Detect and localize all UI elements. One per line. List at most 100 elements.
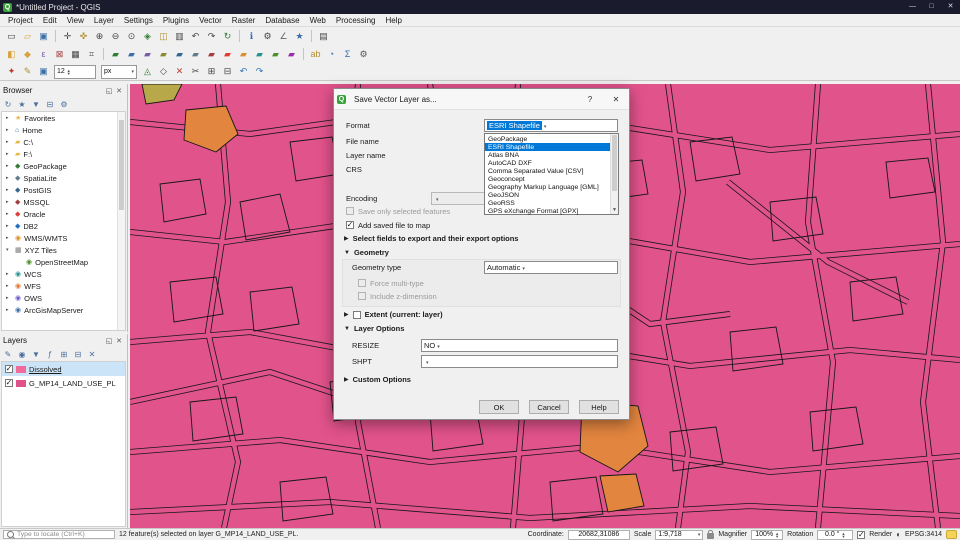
menu-vector[interactable]: Vector [194, 16, 227, 25]
browser-item-favorites[interactable]: ▸ ★ Favorites [2, 112, 125, 124]
expand-arrow-icon[interactable]: ▸ [6, 295, 12, 301]
browser-item-home[interactable]: ▸ ⌂ Home [2, 124, 125, 136]
layer-labeling-icon[interactable]: ab [308, 47, 323, 62]
magnifier-lock-icon[interactable] [707, 529, 715, 539]
cancel-button[interactable]: Cancel [529, 400, 569, 414]
expand-arrow-icon[interactable]: ▸ [6, 307, 12, 313]
menu-web[interactable]: Web [305, 16, 331, 25]
filter-expression-icon[interactable]: ƒ [44, 348, 56, 360]
help-button[interactable]: Help [579, 400, 619, 414]
scale-combobox[interactable]: 1:9,718 [655, 529, 704, 540]
pan-to-selection-icon[interactable]: ✜ [76, 29, 91, 44]
zoom-last-icon[interactable]: ↶ [188, 29, 203, 44]
locate-input[interactable]: Type to locate (Ctrl+K) [3, 530, 115, 539]
expand-arrow-icon[interactable]: ▸ [6, 283, 12, 289]
resize-combobox[interactable]: NO [421, 339, 618, 352]
format-option-gpx[interactable]: GPS eXchange Format [GPX] [485, 207, 611, 215]
add-raster-layer-icon[interactable]: ▰ [124, 47, 139, 62]
add-oracle-layer-icon[interactable]: ▰ [220, 47, 235, 62]
render-checkbox[interactable] [857, 530, 866, 539]
browser-item-ows[interactable]: ▸ ◉ OWS [2, 292, 125, 304]
measure-line-icon[interactable]: ∠ [276, 29, 291, 44]
format-option-csv[interactable]: Comma Separated Value [CSV] [485, 167, 611, 175]
statistical-summary-icon[interactable]: Σ [340, 47, 355, 62]
format-option-autocad-dxf[interactable]: AutoCAD DXF [485, 159, 611, 167]
add-wms-layer-icon[interactable]: ▰ [236, 47, 251, 62]
browser-filter-icon[interactable]: ▼ [30, 98, 42, 110]
add-wfs-layer-icon[interactable]: ▰ [268, 47, 283, 62]
save-only-selected-checkbox[interactable] [346, 207, 354, 215]
current-edits-icon[interactable]: ✦ [4, 64, 19, 79]
dropdown-scrollbar[interactable]: ▼ [610, 134, 618, 214]
expand-arrow-icon[interactable]: ▸ [6, 127, 12, 133]
undo-icon[interactable]: ↶ [236, 64, 251, 79]
menu-edit[interactable]: Edit [38, 16, 62, 25]
menu-project[interactable]: Project [3, 16, 38, 25]
delete-selected-icon[interactable]: ✕ [172, 64, 187, 79]
dialog-close-icon[interactable]: ✕ [603, 89, 629, 109]
save-edits-icon[interactable]: ▣ [36, 64, 51, 79]
layer-item-g-mp14-land-use-pl[interactable]: G_MP14_LAND_USE_PL [2, 376, 125, 390]
format-option-atlas-bna[interactable]: Atlas BNA [485, 151, 611, 159]
ok-button[interactable]: OK [479, 400, 519, 414]
identify-features-icon[interactable]: ℹ [244, 29, 259, 44]
minimize-button[interactable]: — [903, 0, 922, 14]
epsg-button[interactable]: EPSG:3414 [905, 531, 942, 538]
new-project-icon[interactable]: ▭ [4, 29, 19, 44]
layer-visibility-checkbox[interactable] [5, 379, 13, 387]
layer-visibility-checkbox[interactable] [5, 365, 13, 373]
expand-arrow-icon[interactable]: ▸ [6, 139, 12, 145]
pan-map-icon[interactable]: ✛ [60, 29, 75, 44]
magnifier-spinbox[interactable]: 100% ▲ ▼ [751, 529, 784, 540]
browser-add-favorite-icon[interactable]: ★ [16, 98, 28, 110]
browser-item-postgis[interactable]: ▸ ◆ PostGIS [2, 184, 125, 196]
section-extent[interactable]: ▶ Extent (current: layer) [344, 310, 443, 319]
close-panel-icon[interactable]: ✕ [114, 87, 124, 95]
open-project-icon[interactable]: ▱ [20, 29, 35, 44]
add-saved-file-checkbox[interactable] [346, 221, 354, 229]
force-multi-type-checkbox[interactable] [358, 279, 366, 287]
zoom-to-layer-icon[interactable]: ▥ [172, 29, 187, 44]
save-project-icon[interactable]: ▣ [36, 29, 51, 44]
menu-layer[interactable]: Layer [89, 16, 119, 25]
collapse-all-icon[interactable]: ⊟ [72, 348, 84, 360]
expand-all-icon[interactable]: ⊞ [58, 348, 70, 360]
shpt-combobox[interactable] [421, 355, 618, 368]
browser-item-arcgismapserver[interactable]: ▸ ◉ ArcGisMapServer [2, 304, 125, 316]
add-mesh-layer-icon[interactable]: ▰ [140, 47, 155, 62]
spinner-arrows-icon[interactable]: ▲ ▼ [67, 68, 71, 75]
expand-arrow-icon[interactable]: ▸ [6, 187, 12, 193]
maximize-button[interactable]: □ [922, 0, 941, 14]
format-option-geopackage[interactable]: GeoPackage [485, 135, 611, 143]
browser-refresh-icon[interactable]: ↻ [2, 98, 14, 110]
browser-properties-icon[interactable]: ⚙ [58, 98, 70, 110]
rotation-spinbox[interactable]: 0.0 ° ▲ ▼ [817, 529, 854, 540]
browser-item-f-drive[interactable]: ▸ ▰ F:\ [2, 148, 125, 160]
include-z-checkbox[interactable] [358, 292, 366, 300]
browser-item-wfs[interactable]: ▸ ◉ WFS [2, 280, 125, 292]
expand-arrow-icon[interactable]: ▸ [6, 235, 12, 241]
select-by-polygon-icon[interactable]: ◆ [20, 47, 35, 62]
add-vector-layer-icon[interactable]: ▰ [108, 47, 123, 62]
browser-item-wms[interactable]: ▸ ◉ WMS/WMTS [2, 232, 125, 244]
browser-item-openstreetmap[interactable]: ◉ OpenStreetMap [2, 256, 125, 268]
browser-item-wcs[interactable]: ▸ ◉ WCS [2, 268, 125, 280]
open-attribute-table-icon[interactable]: ▦ [68, 47, 83, 62]
menu-view[interactable]: View [62, 16, 89, 25]
menu-plugins[interactable]: Plugins [158, 16, 194, 25]
new-map-view-icon[interactable]: ▤ [316, 29, 331, 44]
zoom-out-icon[interactable]: ⊖ [108, 29, 123, 44]
undock-panel-icon[interactable]: ◱ [104, 337, 114, 345]
section-select-fields[interactable]: ▶ Select fields to export and their expo… [344, 234, 518, 243]
copy-features-icon[interactable]: ⊞ [204, 64, 219, 79]
field-calculator-icon[interactable]: ⌗ [84, 47, 99, 62]
expand-arrow-icon[interactable]: ▾ [6, 247, 12, 253]
zoom-to-selection-icon[interactable]: ◫ [156, 29, 171, 44]
crs-status-icon[interactable]: ◐ [896, 530, 901, 539]
browser-item-xyz-tiles[interactable]: ▾ ▦ XYZ Tiles [2, 244, 125, 256]
browser-scrollbar[interactable] [117, 112, 125, 330]
zoom-full-icon[interactable]: ◈ [140, 29, 155, 44]
dialog-help-icon[interactable]: ? [577, 89, 603, 109]
add-delimited-text-icon[interactable]: ▰ [156, 47, 171, 62]
coordinate-input[interactable]: 20682,31086 [567, 529, 630, 540]
